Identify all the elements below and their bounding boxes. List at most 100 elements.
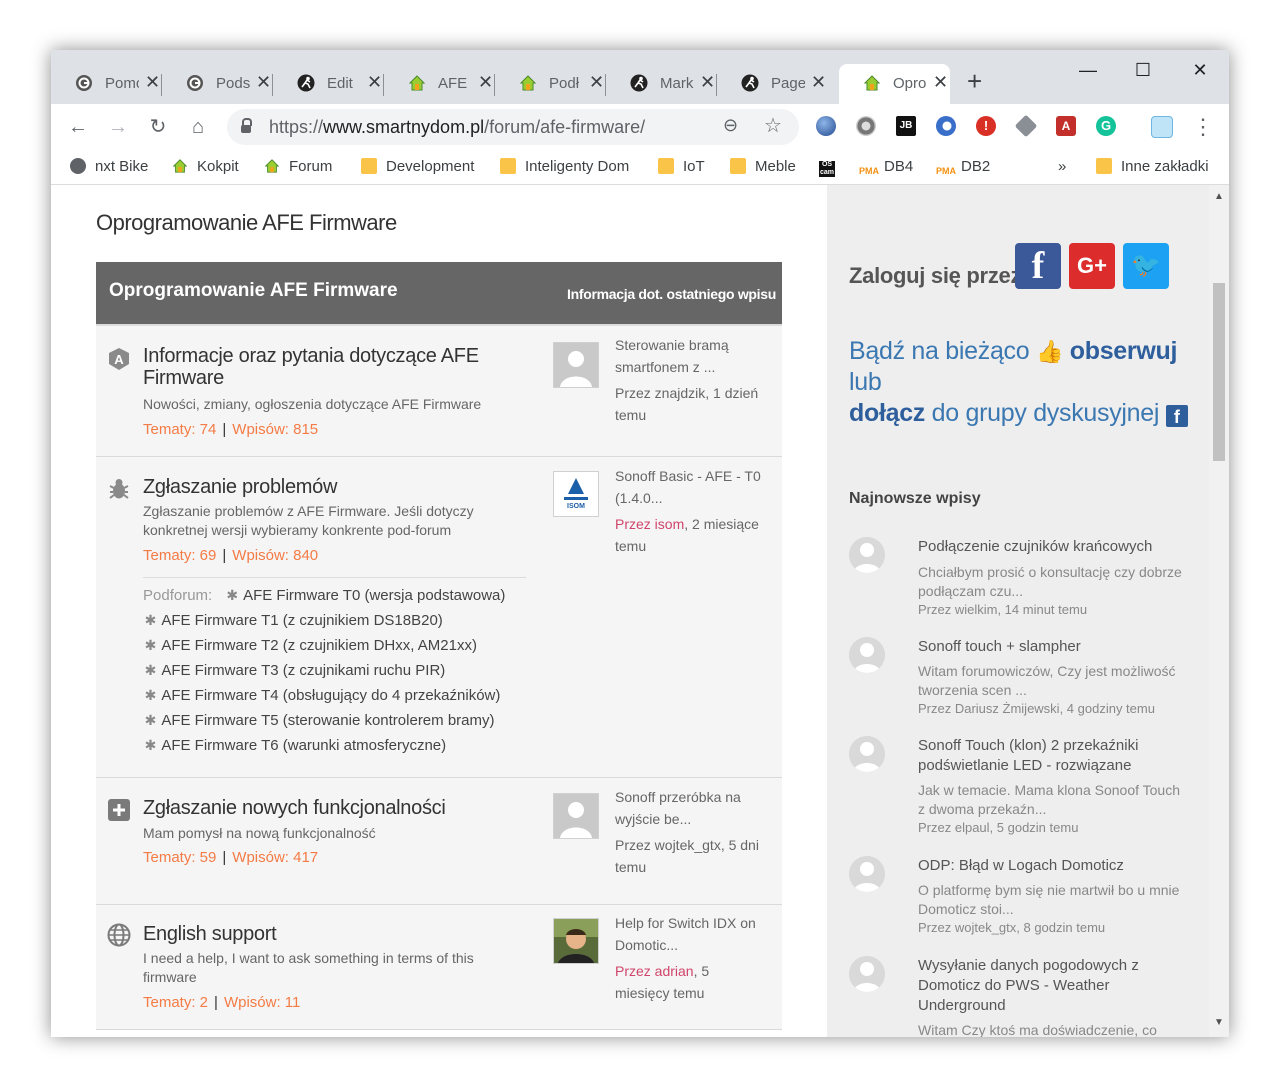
last-post-title[interactable]: Sterowanie bramą smartfonem z ... (615, 334, 765, 378)
tab-page[interactable]: Page ✕ (717, 64, 828, 104)
bookmarks-bar: nxt Bike Kokpit Forum Development Inteli… (51, 150, 1229, 185)
tab-pomoc[interactable]: Pomoc ✕ (51, 64, 162, 104)
newest-post-title[interactable]: Sonoff touch + slampher (918, 637, 1188, 657)
minimize-button[interactable]: — (1065, 58, 1111, 82)
follow-text: do grupy dyskusyjnej (931, 399, 1160, 427)
proxy-extension-icon[interactable] (936, 116, 956, 136)
subforum-link[interactable]: AFE Firmware T3 (z czujnikami ruchu PIR) (161, 662, 445, 679)
subforum-link[interactable]: AFE Firmware T0 (wersja podstawowa) (243, 587, 505, 604)
newest-post-title[interactable]: Wysyłanie danych pogodowych z Domoticz d… (918, 956, 1188, 1016)
tab-oprogramowanie[interactable]: Oprogr ✕ (839, 64, 950, 104)
last-post-title[interactable]: Help for Switch IDX on Domotic... (615, 912, 765, 956)
close-icon[interactable]: ✕ (256, 73, 271, 91)
last-post-meta: Przez wojtek_gtx, 5 dni temu (615, 837, 759, 875)
scroll-down-icon[interactable]: ▼ (1214, 1017, 1224, 1028)
newest-post-title[interactable]: ODP: Błąd w Logach Domoticz (918, 856, 1188, 876)
join-link[interactable]: dołącz (849, 399, 925, 427)
bookmark-item[interactable]: OS cam (819, 157, 844, 177)
reload-button[interactable]: ↻ (144, 113, 172, 141)
forum-row: Zgłaszanie problemów Zgłaszanie problemó… (96, 457, 782, 778)
avatar[interactable]: ISOM (553, 471, 599, 517)
tab-title: Podst (216, 75, 250, 92)
bookmark-item[interactable]: Forum (264, 157, 332, 177)
last-post-title[interactable]: Sonoff Basic - AFE - T0 (1.4.0... (615, 465, 765, 509)
close-icon[interactable]: ✕ (933, 73, 948, 91)
close-window-button[interactable]: ✕ (1177, 58, 1223, 82)
new-tab-button[interactable]: + (967, 66, 982, 96)
back-button[interactable]: ← (64, 113, 92, 141)
newest-post-title[interactable]: Sonoff Touch (klon) 2 przekaźniki podświ… (918, 736, 1188, 776)
facebook-icon[interactable]: f (1015, 243, 1061, 289)
forum-title-link[interactable]: Informacje oraz pytania dotyczące AFE Fi… (143, 345, 503, 389)
lock-icon (241, 118, 252, 133)
scroll-up-icon[interactable]: ▲ (1214, 191, 1224, 202)
forum-description: Zgłaszanie problemów z AFE Firmware. Jeś… (143, 503, 474, 538)
last-post-info: Sonoff Basic - AFE - T0 (1.4.0... Przez … (615, 465, 765, 557)
tab-podlaczenie[interactable]: Podł ✕ (495, 64, 606, 104)
forum-stats: Tematy: 74 | Wpisów: 815 (143, 421, 319, 438)
more-bookmarks-button[interactable]: » (1058, 157, 1066, 177)
avatar[interactable] (553, 918, 599, 964)
forum-title-link[interactable]: Zgłaszanie problemów (143, 476, 337, 498)
forum-title-link[interactable]: English support (143, 923, 277, 945)
subforum-link[interactable]: AFE Firmware T4 (obsługujący do 4 przeka… (161, 687, 500, 704)
tab-title: Edit (327, 75, 353, 92)
tab-afe-firmware[interactable]: AFE F ✕ (384, 64, 495, 104)
adblock-extension-icon[interactable]: ! (976, 116, 996, 136)
last-post-title[interactable]: Sonoff przeróbka na wyjście be... (615, 786, 765, 830)
subforum-link[interactable]: AFE Firmware T5 (sterowanie kontrolerem … (161, 712, 494, 729)
close-icon[interactable]: ✕ (700, 73, 715, 91)
subforum-link[interactable]: AFE Firmware T2 (z czujnikiem DHxx, AM21… (161, 637, 477, 654)
address-bar[interactable]: https://www.smartnydom.pl/forum/afe-firm… (227, 109, 799, 145)
facebook-small-icon[interactable]: f (1165, 405, 1188, 427)
bookmark-item[interactable]: PMA DB4 (859, 157, 913, 177)
forward-button[interactable]: → (104, 113, 132, 141)
scrollbar-thumb[interactable] (1213, 283, 1225, 461)
follow-link[interactable]: obserwuj (1070, 337, 1178, 365)
tab-edit[interactable]: Edit ✕ (273, 64, 384, 104)
forum-row: A Informacje oraz pytania dotyczące AFE … (96, 326, 782, 457)
bookmark-folder[interactable]: Meble (730, 157, 796, 177)
subforum-link[interactable]: AFE Firmware T1 (z czujnikiem DS18B20) (161, 612, 442, 629)
bug-icon (109, 479, 129, 499)
home-button[interactable]: ⌂ (184, 113, 212, 141)
forum-title-link[interactable]: Zgłaszanie nowych funkcjonalności (143, 797, 446, 819)
close-icon[interactable]: ✕ (811, 73, 826, 91)
close-icon[interactable]: ✕ (478, 73, 493, 91)
angular-extension-icon[interactable]: A (1056, 116, 1076, 136)
forum-main: Oprogramowanie AFE Firmware Oprogramowan… (51, 185, 827, 1037)
page-scrollbar[interactable]: ▲ ▼ (1209, 185, 1229, 1037)
tab-title: AFE F (438, 75, 472, 92)
forum-stats: Tematy: 59 | Wpisów: 417 (143, 849, 319, 866)
bookmark-item[interactable]: PMA DB2 (936, 157, 990, 177)
newest-post-excerpt: Jak w temacie. Mama klona Sonoof Touch z… (918, 782, 1180, 817)
other-bookmarks-folder[interactable]: Inne zakładki (1096, 157, 1209, 177)
maximize-button[interactable]: ☐ (1120, 58, 1166, 82)
close-icon[interactable]: ✕ (367, 73, 382, 91)
close-icon[interactable]: ✕ (145, 73, 160, 91)
jetbrains-extension-icon[interactable]: JB (896, 116, 916, 136)
close-icon[interactable]: ✕ (589, 73, 604, 91)
tab-mark[interactable]: Mark ✕ (606, 64, 717, 104)
subforum-link[interactable]: AFE Firmware T6 (warunki atmosferyczne) (161, 737, 446, 754)
bookmark-folder[interactable]: Development (361, 157, 474, 177)
folder-icon (500, 158, 516, 174)
url-text[interactable]: https://www.smartnydom.pl/forum/afe-firm… (269, 116, 645, 138)
tab-podstawy[interactable]: Podst ✕ (162, 64, 273, 104)
settings-extension-icon[interactable] (856, 116, 876, 136)
bookmark-item[interactable]: nxt Bike (70, 157, 148, 177)
bookmark-folder[interactable]: IoT (658, 157, 705, 177)
home-extension-icon[interactable] (1151, 116, 1173, 138)
bookmark-star-icon[interactable]: ☆ (764, 113, 782, 138)
grammarly-extension-icon[interactable]: G (1096, 116, 1116, 136)
bookmark-item[interactable]: Kokpit (172, 157, 239, 177)
zoom-icon[interactable]: ⊖ (723, 115, 738, 136)
twitter-icon[interactable]: 🐦 (1123, 243, 1169, 289)
bookmark-folder[interactable]: Inteligenty Dom (500, 157, 629, 177)
menu-icon[interactable]: ⋮ (1189, 113, 1217, 141)
avatar[interactable] (553, 793, 599, 839)
avatar[interactable] (553, 342, 599, 388)
google-plus-icon[interactable]: G+ (1069, 243, 1115, 289)
world-extension-icon[interactable] (816, 116, 836, 136)
newest-post-title[interactable]: Podłączenie czujników krańcowych (918, 537, 1188, 557)
